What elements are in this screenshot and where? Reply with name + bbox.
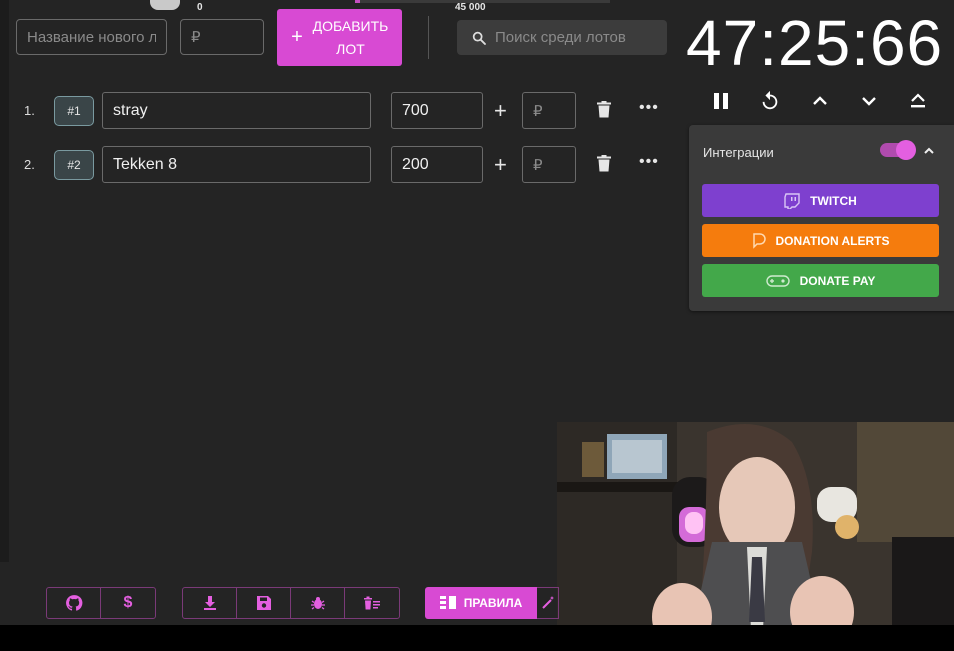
search-box[interactable] bbox=[457, 20, 667, 55]
lot-index: 2. bbox=[24, 157, 35, 172]
github-button[interactable] bbox=[47, 588, 101, 618]
dollar-icon: $ bbox=[123, 594, 133, 611]
twitch-icon bbox=[784, 192, 800, 209]
timer-display: 47:25:66 bbox=[686, 7, 944, 79]
bottom-bar bbox=[0, 625, 954, 651]
twitch-label: Twitch bbox=[810, 193, 857, 208]
lot-name-input[interactable]: stray bbox=[102, 92, 371, 129]
restart-button[interactable] bbox=[757, 88, 783, 114]
progress-max-label: 45 000 bbox=[455, 2, 486, 13]
twitch-button[interactable]: Twitch bbox=[702, 184, 939, 217]
trash-icon[interactable] bbox=[597, 101, 611, 118]
lot-name-input[interactable]: Tekken 8 bbox=[102, 146, 371, 183]
save-button[interactable] bbox=[237, 588, 291, 618]
search-input[interactable] bbox=[495, 29, 645, 46]
github-icon bbox=[65, 595, 82, 611]
search-icon bbox=[472, 31, 486, 45]
bug-report-button[interactable] bbox=[291, 588, 345, 618]
integrations-toggle[interactable] bbox=[880, 140, 916, 160]
donate-button[interactable]: $ bbox=[101, 588, 155, 618]
left-scrollbar-area bbox=[0, 0, 9, 562]
rules-icon bbox=[439, 596, 456, 609]
lot-id-badge[interactable]: #1 bbox=[54, 96, 94, 126]
plus-icon[interactable]: + bbox=[494, 98, 507, 124]
add-lot-label-line2: лот bbox=[336, 40, 365, 57]
plus-icon: + bbox=[291, 26, 303, 48]
magic-icon bbox=[541, 596, 554, 609]
mascot-image bbox=[150, 0, 180, 10]
download-icon bbox=[203, 596, 216, 610]
add-lot-label-line1: Добавить bbox=[312, 17, 389, 34]
progress-fill bbox=[355, 0, 361, 3]
eject-icon bbox=[911, 93, 925, 108]
download-button[interactable] bbox=[183, 588, 237, 618]
divider bbox=[428, 16, 429, 59]
new-lot-name-input[interactable] bbox=[16, 19, 167, 55]
trash-icon[interactable] bbox=[597, 155, 611, 172]
rules-button[interactable]: ПРАВИЛА bbox=[425, 587, 537, 619]
speed-up-button[interactable] bbox=[807, 88, 833, 114]
toolbar-group-actions bbox=[182, 587, 400, 619]
plus-icon[interactable]: + bbox=[494, 152, 507, 178]
toolbar-group-links: $ bbox=[46, 587, 156, 619]
app-root: 0 45 000 + Добавить лот 1. #1 stray 700 … bbox=[0, 0, 954, 651]
speed-down-button[interactable] bbox=[856, 88, 882, 114]
lot-index: 1. bbox=[24, 103, 35, 118]
gamepad-icon bbox=[765, 274, 790, 287]
chevron-down-icon bbox=[862, 97, 876, 106]
pause-icon bbox=[714, 93, 728, 109]
lot-add-amount-input[interactable]: ₽ bbox=[522, 92, 576, 129]
progress-min-label: 0 bbox=[197, 2, 203, 13]
more-icon[interactable]: ••• bbox=[639, 153, 659, 171]
lot-amount-input[interactable]: 200 bbox=[391, 146, 483, 183]
new-lot-price-input[interactable] bbox=[180, 19, 264, 55]
lot-row: 1. #1 stray 700 + ₽ ••• bbox=[0, 92, 670, 130]
chevron-up-icon bbox=[813, 96, 827, 105]
save-icon bbox=[256, 596, 271, 610]
bug-icon bbox=[310, 597, 325, 610]
donate-pay-button[interactable]: Donate Pay bbox=[702, 264, 939, 297]
magic-button[interactable] bbox=[537, 587, 559, 619]
donation-alerts-label: Donation Alerts bbox=[775, 233, 890, 248]
donate-pay-label: Donate Pay bbox=[799, 273, 876, 288]
donation-alerts-button[interactable]: Donation Alerts bbox=[702, 224, 939, 257]
integrations-title: Интеграции bbox=[703, 145, 774, 160]
webcam-image bbox=[557, 422, 954, 651]
restart-icon bbox=[762, 90, 778, 110]
rules-label: ПРАВИЛА bbox=[463, 596, 523, 610]
clear-list-button[interactable] bbox=[345, 588, 399, 618]
clear-list-icon bbox=[364, 596, 380, 610]
lot-add-amount-input[interactable]: ₽ bbox=[522, 146, 576, 183]
pause-button[interactable] bbox=[708, 88, 734, 114]
add-lot-button[interactable]: + Добавить лот bbox=[277, 9, 402, 66]
more-icon[interactable]: ••• bbox=[639, 99, 659, 117]
lot-amount-input[interactable]: 700 bbox=[391, 92, 483, 129]
lot-id-badge[interactable]: #2 bbox=[54, 150, 94, 180]
collapse-button[interactable] bbox=[905, 88, 931, 114]
lot-row: 2. #2 Tekken 8 200 + ₽ ••• bbox=[0, 146, 670, 184]
chevron-up-icon[interactable] bbox=[923, 145, 935, 157]
donationalerts-icon bbox=[752, 232, 766, 249]
integrations-panel: Интеграции Twitch Donation Alerts Donate… bbox=[689, 125, 954, 311]
webcam-overlay bbox=[557, 422, 954, 651]
